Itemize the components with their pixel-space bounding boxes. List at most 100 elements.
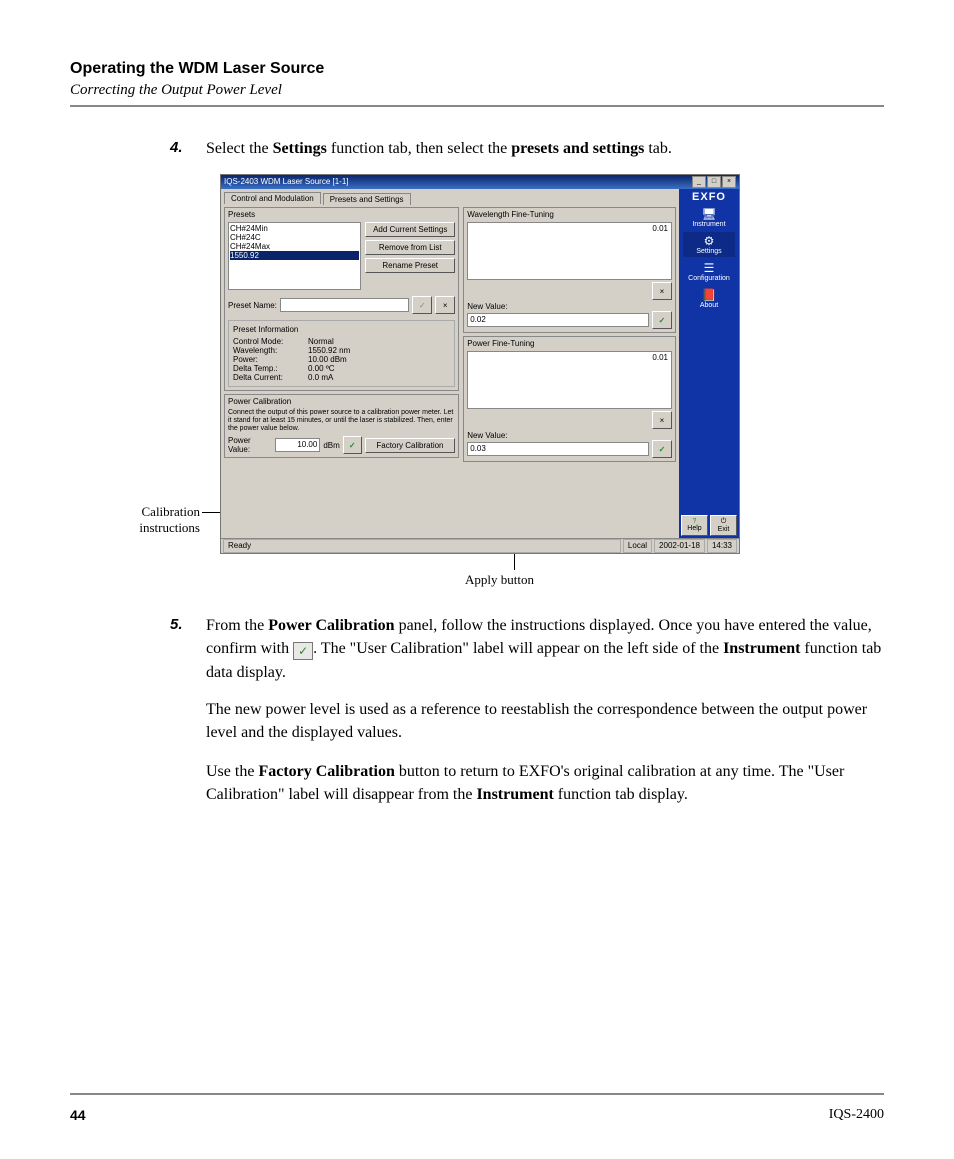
list-item[interactable]: 1550.92 <box>230 251 359 260</box>
label: Instrument <box>692 221 725 228</box>
rename-preset-button[interactable]: Rename Preset <box>365 258 455 273</box>
new-value-label: New Value: <box>467 431 507 440</box>
text: . The "User Calibration" label will appe… <box>313 640 723 657</box>
slider-value: 0.01 <box>652 224 668 233</box>
cancel-icon[interactable]: × <box>435 296 455 314</box>
value: 0.0 mA <box>308 373 333 382</box>
exit-button[interactable]: ⏻Exit <box>710 515 737 536</box>
value: 10.00 dBm <box>308 355 347 364</box>
tab-presets-settings[interactable]: Presets and Settings <box>323 193 411 205</box>
config-icon: ☰ <box>683 261 735 275</box>
callout-text: instructions <box>139 520 200 535</box>
help-button[interactable]: ?Help <box>681 515 708 536</box>
value: 1550.92 nm <box>308 346 350 355</box>
help-icon: ? <box>693 518 697 525</box>
value: 0.00 ºC <box>308 364 335 373</box>
text-bold: Instrument <box>476 786 553 803</box>
callout-line <box>202 512 220 513</box>
clear-icon[interactable]: × <box>652 282 672 300</box>
instrument-icon: 🖥 <box>683 207 735 221</box>
instrument-button[interactable]: 🖥Instrument <box>683 205 735 230</box>
text: From the <box>206 617 268 634</box>
paragraph: The new power level is used as a referen… <box>206 698 884 744</box>
new-value-label: New Value: <box>467 302 507 311</box>
window-title: IQS-2403 WDM Laser Source [1-1] <box>224 175 349 189</box>
value: Normal <box>308 337 334 346</box>
tab-control-modulation[interactable]: Control and Modulation <box>224 192 321 204</box>
list-item[interactable]: CH#24Max <box>230 242 359 251</box>
label: About <box>700 302 718 309</box>
wavelength-slider[interactable]: 0.01 <box>467 222 672 280</box>
group-title: Power Calibration <box>228 397 455 406</box>
presets-label: Presets <box>228 210 455 219</box>
apply-icon[interactable]: ✓ <box>652 440 672 458</box>
book-icon: 📕 <box>683 288 735 302</box>
presets-group: Presets CH#24Min CH#24C CH#24Max 1550.92 <box>224 207 459 391</box>
preset-name-label: Preset Name: <box>228 301 277 310</box>
group-title: Wavelength Fine-Tuning <box>467 210 672 219</box>
check-icon: ✓ <box>293 642 313 660</box>
configuration-button[interactable]: ☰Configuration <box>683 259 735 284</box>
text-bold: presets and settings <box>511 140 644 157</box>
factory-calibration-button[interactable]: Factory Calibration <box>365 438 456 453</box>
group-legend: Preset Information <box>233 325 450 334</box>
status-time: 14:33 <box>707 539 737 553</box>
list-item[interactable]: CH#24C <box>230 233 359 242</box>
step-number: 5. <box>170 614 188 684</box>
group-title: Power Fine-Tuning <box>467 339 672 348</box>
text-bold: Settings <box>273 140 327 157</box>
label: Help <box>687 525 701 532</box>
section-title: Correcting the Output Power Level <box>70 82 884 99</box>
preset-information-group: Preset Information Control Mode:Normal W… <box>228 320 455 387</box>
step-4: 4. Select the Settings function tab, the… <box>170 137 884 160</box>
close-button[interactable]: × <box>722 176 736 188</box>
wavelength-new-value-input[interactable]: 0.02 <box>467 313 649 327</box>
footer-rule <box>70 1093 884 1095</box>
remove-from-list-button[interactable]: Remove from List <box>365 240 455 255</box>
apply-calibration-button[interactable]: ✓ <box>343 436 362 454</box>
paragraph: Use the Factory Calibration button to re… <box>206 760 884 806</box>
apply-icon[interactable]: ✓ <box>652 311 672 329</box>
titlebar: IQS-2403 WDM Laser Source [1-1] _ □ × <box>221 175 739 189</box>
callout-text: Calibration <box>142 504 201 519</box>
page-number: 44 <box>70 1107 86 1123</box>
app-window: IQS-2403 WDM Laser Source [1-1] _ □ × Co… <box>220 174 740 554</box>
status-date: 2002-01-18 <box>654 539 705 553</box>
list-item[interactable]: CH#24Min <box>230 224 359 233</box>
minimize-button[interactable]: _ <box>692 176 706 188</box>
text: Select the <box>206 140 273 157</box>
clear-icon[interactable]: × <box>652 411 672 429</box>
label: Wavelength: <box>233 346 305 355</box>
text: function tab display. <box>554 786 688 803</box>
label: Configuration <box>688 275 730 282</box>
about-button[interactable]: 📕About <box>683 286 735 311</box>
label: Settings <box>696 248 721 255</box>
chapter-title: Operating the WDM Laser Source <box>70 60 884 78</box>
text-bold: Factory Calibration <box>258 763 394 780</box>
exfo-logo: EXFO <box>692 191 726 203</box>
unit-label: dBm <box>323 441 339 450</box>
settings-button[interactable]: ⚙Settings <box>683 232 735 257</box>
doc-id: IQS-2400 <box>829 1107 884 1123</box>
header-rule <box>70 105 884 107</box>
text: function tab, then select the <box>327 140 511 157</box>
apply-icon[interactable]: ✓ <box>412 296 432 314</box>
text: tab. <box>644 140 672 157</box>
label: Exit <box>718 526 730 533</box>
power-value-input[interactable]: 10.00 <box>275 438 320 452</box>
maximize-button[interactable]: □ <box>707 176 721 188</box>
power-new-value-input[interactable]: 0.03 <box>467 442 649 456</box>
callout-calibration-instructions: Calibration instructions <box>100 504 200 535</box>
preset-name-input[interactable] <box>280 298 409 312</box>
label: Delta Current: <box>233 373 305 382</box>
label: Power: <box>233 355 305 364</box>
status-bar: Ready Local 2002-01-18 14:33 <box>221 538 739 553</box>
add-current-settings-button[interactable]: Add Current Settings <box>365 222 455 237</box>
power-slider[interactable]: 0.01 <box>467 351 672 409</box>
power-value-label: Power Value: <box>228 436 272 454</box>
step-5: 5. From the Power Calibration panel, fol… <box>170 614 884 684</box>
callout-apply-button: Apply button <box>465 572 534 588</box>
presets-listbox[interactable]: CH#24Min CH#24C CH#24Max 1550.92 <box>228 222 361 290</box>
side-panel: EXFO 🖥Instrument ⚙Settings ☰Configuratio… <box>679 189 739 538</box>
status-ready: Ready <box>223 539 621 553</box>
